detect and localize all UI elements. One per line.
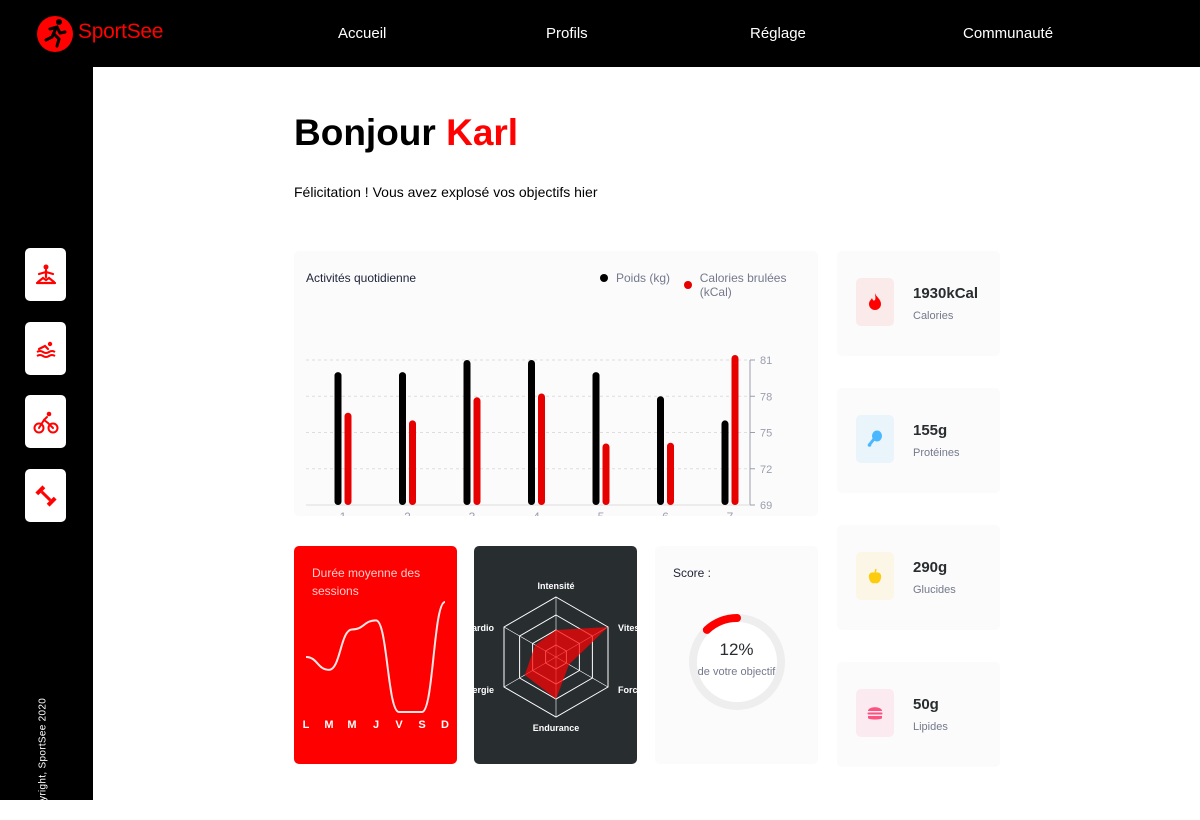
day-label: V — [395, 719, 403, 731]
apple-icon — [868, 568, 882, 583]
score-inner — [697, 622, 777, 702]
yoga-icon — [35, 264, 56, 284]
score-title: Score : — [673, 566, 712, 580]
radar-label: Énergie — [474, 685, 494, 695]
day-label: J — [373, 719, 379, 731]
kpi-card-calories: 1930kCal Calories — [837, 251, 1000, 356]
x-tick-label: 2 — [404, 510, 411, 516]
kpi-label: Protéines — [913, 447, 960, 459]
weight-bar — [528, 360, 535, 505]
radar-label: Intensité — [537, 581, 574, 591]
user-name: Karl — [446, 112, 519, 153]
day-label: S — [418, 719, 425, 731]
day-label: D — [441, 719, 449, 731]
day-label: M — [324, 719, 333, 731]
performance-radar-chart: Intensité Vitesse Force Endurance Énergie Car… — [474, 581, 637, 733]
sessions-title: Durée moyenne des sessions — [312, 566, 421, 598]
y-tick-label: 69 — [760, 500, 772, 512]
sidebar-swimming-button[interactable] — [25, 322, 66, 375]
nav-reglage[interactable]: Réglage — [750, 25, 806, 42]
day-label: L — [303, 719, 310, 731]
kpi-card-proteins: 155g Protéines — [837, 388, 1000, 493]
average-sessions-card: L M M J V S D Durée moyenne des sessions — [294, 546, 457, 764]
kpi-label: Lipides — [913, 721, 948, 733]
calories-bar — [602, 443, 610, 505]
weight-bar — [721, 420, 729, 505]
legend-calories-label: Calories brulées (kCal) — [699, 271, 787, 299]
daily-activity-card: 69727578811234567 Activités quotidienne … — [294, 251, 818, 516]
y-tick-label: 78 — [760, 391, 772, 403]
flame-icon — [869, 293, 881, 310]
weight-bar — [657, 396, 664, 505]
sidebar-yoga-button[interactable] — [25, 248, 66, 301]
calories-bar — [731, 355, 739, 505]
brand-name: SportSee — [78, 20, 164, 43]
burger-icon — [867, 707, 883, 720]
top-navbar: SportSee Accueil Profils Réglage Communa… — [0, 0, 1200, 67]
chicken-icon — [867, 430, 882, 447]
nav-communaute[interactable]: Communauté — [963, 25, 1053, 42]
calories-bar — [473, 397, 481, 505]
weight-bar — [334, 372, 342, 505]
dumbbell-icon — [34, 484, 57, 507]
kpi-value: 50g — [913, 696, 939, 713]
activity-title: Activités quotidienne — [306, 271, 417, 285]
kpi-value: 155g — [913, 422, 948, 439]
logo-icon — [37, 16, 73, 52]
nav-profils[interactable]: Profils — [546, 25, 588, 42]
score-card: Score : 12% de votre objectif — [655, 546, 818, 764]
greeting: Bonjour Karl — [294, 112, 518, 154]
kpi-label: Glucides — [913, 584, 956, 596]
calories-bar — [538, 393, 545, 505]
kpi-icon-box — [856, 552, 894, 600]
legend-weight: Poids (kg) — [600, 271, 670, 285]
kpi-value: 1930kCal — [913, 285, 979, 302]
kpi-icon-box — [856, 278, 894, 326]
sessions-line — [305, 601, 446, 713]
score-value: 12% — [719, 640, 754, 659]
copyright-text: Copyright, SportSee 2020 — [37, 697, 49, 820]
y-tick-label: 72 — [760, 464, 772, 476]
calories-bar — [344, 412, 352, 505]
radar-label: Cardio — [474, 623, 494, 633]
x-tick-label: 5 — [598, 510, 605, 516]
nav-accueil[interactable]: Accueil — [338, 25, 386, 42]
x-tick-label: 4 — [533, 510, 540, 516]
calories-bar — [409, 420, 416, 505]
x-tick-label: 7 — [727, 510, 734, 516]
legend-calories: Calories brulées (kCal) — [684, 271, 818, 299]
performance-radar-card: Intensité Vitesse Force Endurance Énergie Car… — [474, 546, 637, 764]
kpi-icon-box — [856, 689, 894, 737]
x-tick-label: 6 — [662, 510, 669, 516]
radar-label: Force — [618, 685, 637, 695]
kpi-label: Calories — [913, 310, 954, 322]
sidebar-dumbbell-button[interactable] — [25, 469, 66, 522]
radar-label: Vitesse — [618, 623, 637, 633]
weight-bar — [399, 372, 406, 505]
x-tick-label: 1 — [340, 510, 347, 516]
logo[interactable]: SportSee — [36, 10, 163, 54]
legend-weight-dot — [600, 274, 608, 282]
legend-calories-dot — [684, 281, 692, 289]
legend-weight-label: Poids (kg) — [616, 271, 671, 285]
y-tick-label: 75 — [760, 428, 772, 440]
day-label: M — [347, 719, 356, 731]
congrats-message: Félicitation ! Vous avez explosé vos obj… — [294, 184, 598, 200]
score-subtitle: de votre objectif — [697, 666, 776, 678]
kpi-value: 290g — [913, 559, 948, 576]
kpi-card-carbs: 290g Glucides — [837, 525, 1000, 630]
radar-label: Endurance — [533, 723, 580, 733]
cycling-icon — [33, 411, 58, 433]
kpi-icon-box — [856, 415, 894, 463]
x-tick-label: 3 — [469, 510, 476, 516]
weight-bar — [592, 372, 600, 505]
kpi-card-lipids: 50g Lipides — [837, 662, 1000, 767]
weight-bar — [463, 360, 471, 505]
sidebar-cycling-button[interactable] — [25, 395, 66, 448]
sidebar: Copyright, SportSee 2020 — [0, 67, 93, 820]
calories-bar — [667, 442, 674, 505]
swimming-icon — [35, 341, 56, 358]
greeting-word: Bonjour — [294, 112, 436, 153]
y-tick-label: 81 — [760, 355, 772, 367]
